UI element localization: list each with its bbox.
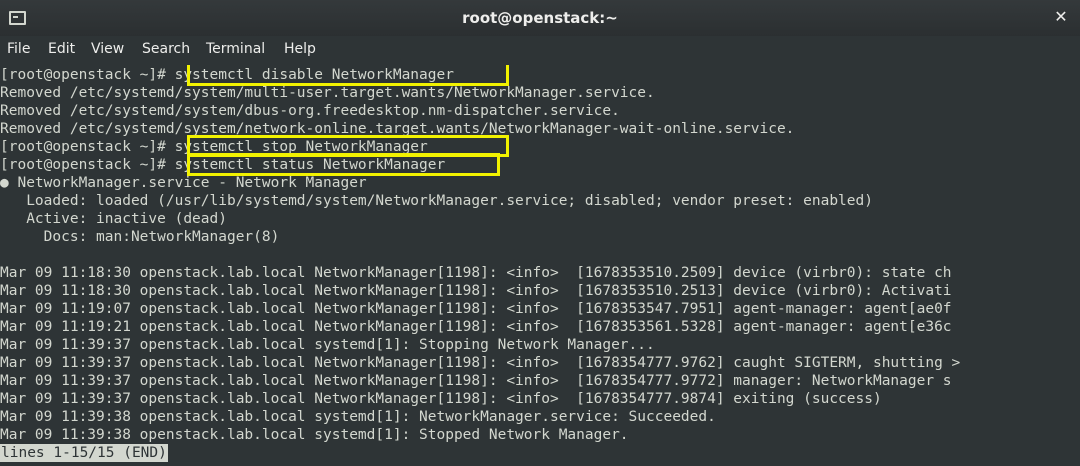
terminal-line: Mar 09 11:39:37 openstack.lab.local Netw… (0, 373, 952, 389)
terminal-line: Mar 09 11:39:38 openstack.lab.local syst… (0, 409, 716, 425)
menu-edit[interactable]: Edit (48, 41, 75, 57)
menu-file[interactable]: File (7, 41, 30, 57)
terminal-line: Mar 09 11:19:21 openstack.lab.local Netw… (0, 319, 952, 335)
terminal-line: Mar 09 11:39:37 openstack.lab.local Netw… (0, 355, 961, 371)
terminal-line: Removed /etc/systemd/system/multi-user.t… (0, 85, 655, 101)
terminal-line: Mar 09 11:39:38 openstack.lab.local syst… (0, 427, 629, 443)
window-title: root@openstack:~ (462, 9, 618, 27)
terminal-line: Removed /etc/systemd/system/network-onli… (0, 121, 795, 137)
menu-search[interactable]: Search (142, 41, 190, 57)
terminal-line: [root@openstack ~]# systemctl stop Netwo… (0, 139, 428, 155)
terminal-line: Mar 09 11:18:30 openstack.lab.local Netw… (0, 283, 952, 299)
terminal-line: Mar 09 11:39:37 openstack.lab.local syst… (0, 337, 655, 353)
terminal-line: Loaded: loaded (/usr/lib/systemd/system/… (0, 193, 873, 209)
menu-help[interactable]: Help (284, 41, 316, 57)
terminal-line: Mar 09 11:39:37 openstack.lab.local Netw… (0, 391, 882, 407)
terminal-line: ● NetworkManager.service - Network Manag… (0, 175, 367, 191)
terminal-line: [root@openstack ~]# systemctl status Net… (0, 157, 446, 173)
pager-status: lines 1-15/15 (END) (0, 444, 168, 462)
terminal-line: Removed /etc/systemd/system/dbus-org.fre… (0, 103, 620, 119)
terminal-line: [root@openstack ~]# systemctl disable Ne… (0, 67, 454, 83)
terminal-line: Active: inactive (dead) (0, 211, 227, 227)
title-bar: root@openstack:~ ✕ (0, 0, 1080, 37)
terminal-line: Docs: man:NetworkManager(8) (0, 229, 280, 245)
terminal-line: Mar 09 11:19:07 openstack.lab.local Netw… (0, 301, 952, 317)
terminal-line: Mar 09 11:18:30 openstack.lab.local Netw… (0, 265, 952, 281)
menu-terminal[interactable]: Terminal (206, 41, 265, 57)
close-button[interactable]: ✕ (1048, 4, 1074, 30)
menu-bar: File Edit View Search Terminal Help (0, 36, 1080, 65)
menu-view[interactable]: View (91, 41, 124, 57)
terminal-output[interactable]: [root@openstack ~]# systemctl disable Ne… (0, 65, 1080, 466)
